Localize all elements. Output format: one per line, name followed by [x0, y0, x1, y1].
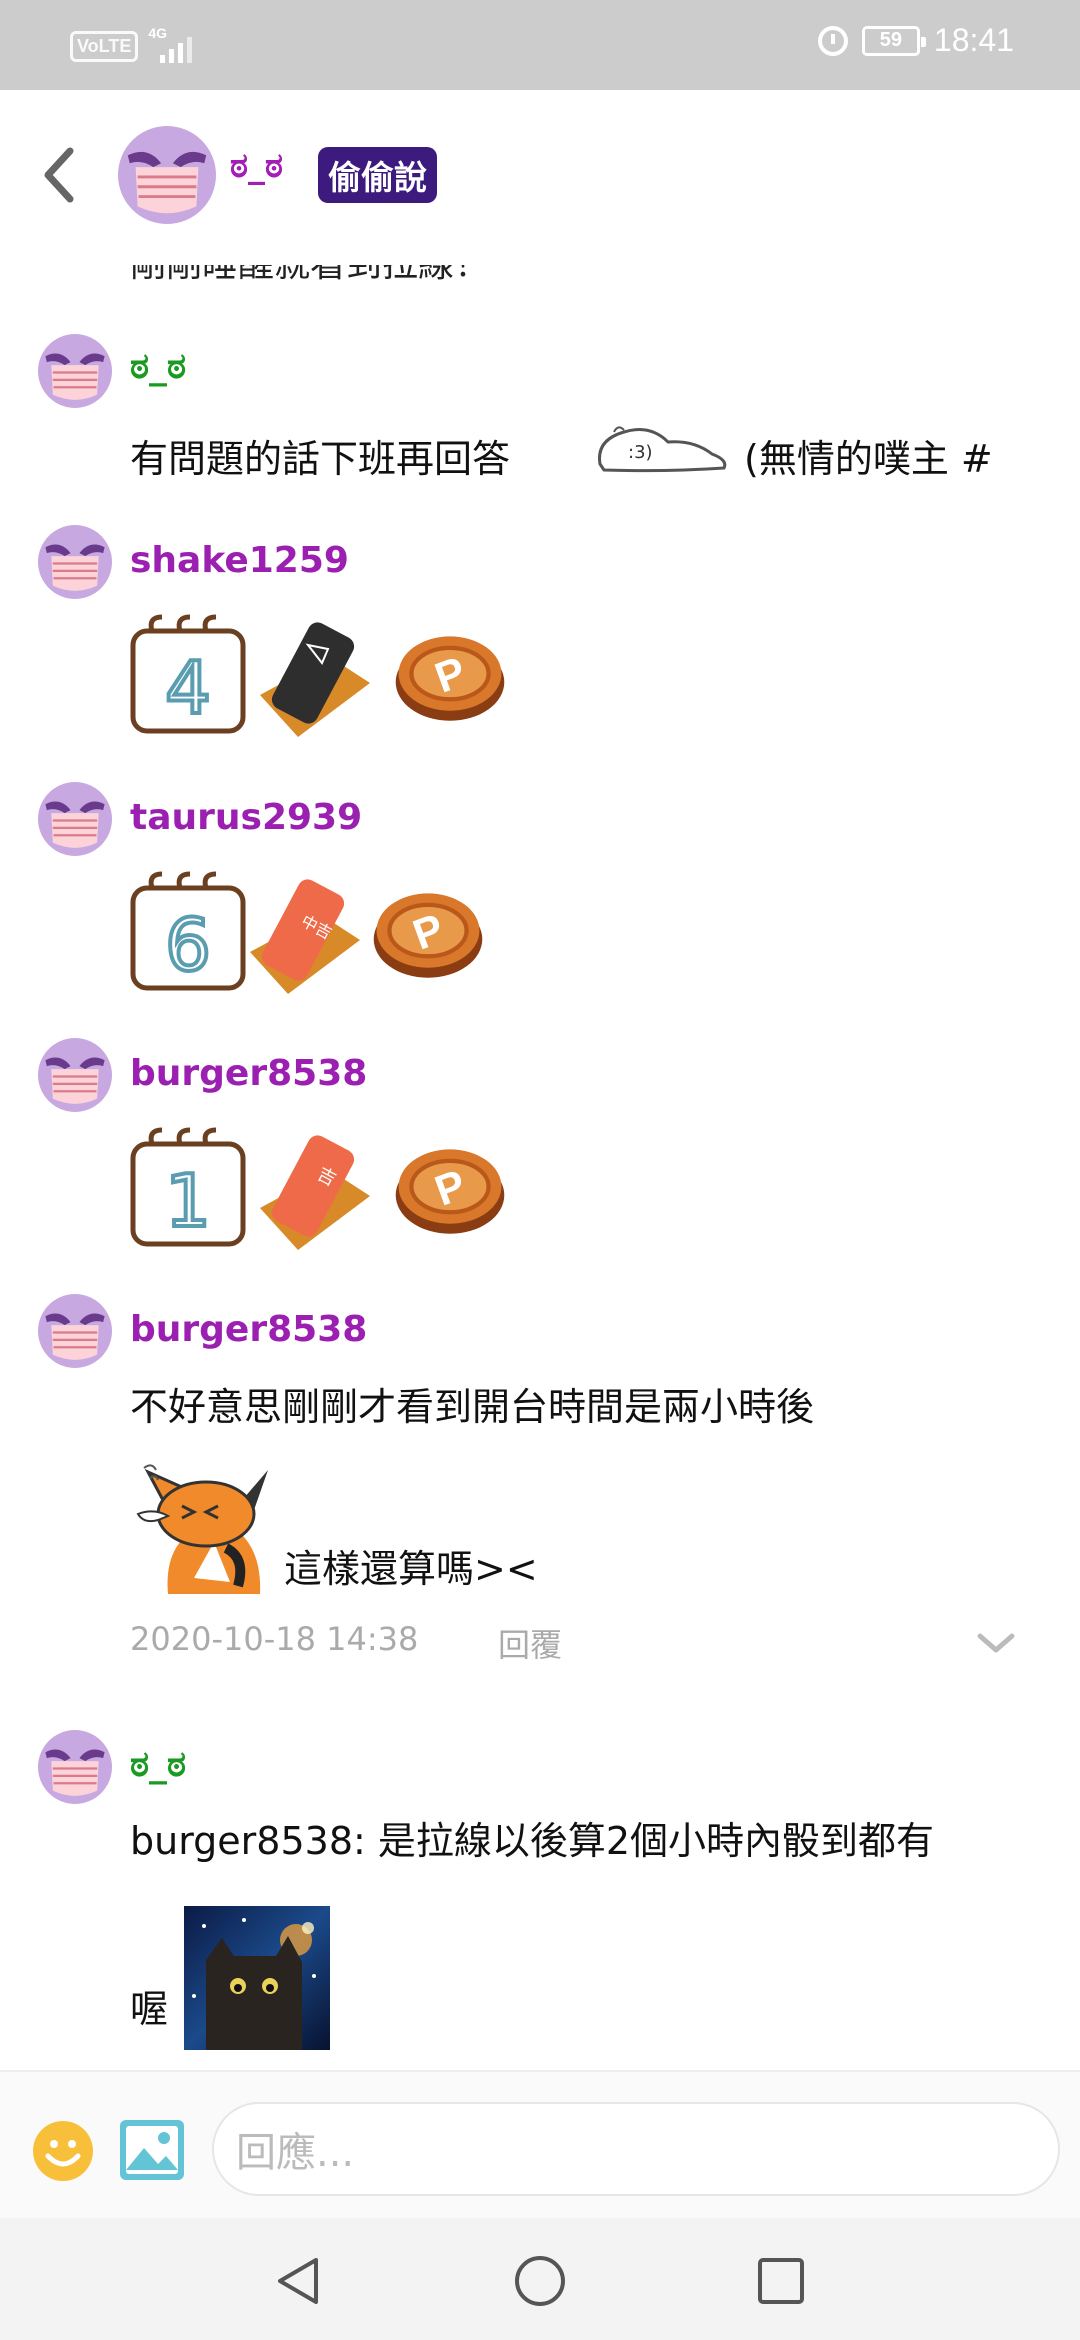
dice-number-sticker: 4 [130, 614, 246, 734]
response-text-continued: (無情的噗主 # [744, 437, 993, 481]
dice-number-sticker: 6 [130, 871, 246, 991]
response-text: 有問題的話下班再回答 [130, 437, 511, 481]
alarm-icon [817, 25, 848, 56]
volte-indicator: VoLTE [70, 30, 139, 62]
response-text: 不好意思剛剛才看到開台時間是兩小時後 [130, 1385, 815, 1429]
username[interactable]: ಠ_ಠ [130, 346, 186, 388]
username[interactable]: burger8538 [130, 1309, 367, 1350]
fox-sticker-icon [136, 1464, 268, 1594]
signal-icon: 4G [146, 25, 196, 65]
dice-number-sticker: 1 [130, 1127, 246, 1247]
fortune-stick-sticker: 吉 [260, 1135, 370, 1250]
response-text: burger8538: 是拉線以後算2個小時內骰到都有 [130, 1819, 935, 1863]
dice-number: 6 [165, 903, 211, 987]
status-time: 18:41 [933, 22, 1014, 58]
reply-button[interactable]: 回覆 [498, 1620, 562, 1666]
image-upload-icon[interactable] [120, 2120, 184, 2180]
status-bar: VoLTE 4G 59 18:41 [0, 0, 1080, 90]
thread-header: ಠ_ಠ 偷偷說 [0, 90, 1080, 265]
nav-recents-icon[interactable] [754, 2254, 808, 2308]
black-cat-image[interactable] [184, 1906, 330, 2050]
back-arrow-icon[interactable] [40, 145, 80, 205]
emoji-icon[interactable] [32, 2120, 94, 2182]
response-text-continued: 這樣還算嗎>< [284, 1547, 538, 1591]
response-text-continued: 喔 [130, 1987, 169, 2031]
avatar[interactable] [38, 782, 112, 856]
coin-sticker [368, 882, 488, 982]
fortune-stick-sticker: 中吉 [250, 879, 360, 994]
nav-home-icon[interactable] [513, 2254, 567, 2308]
chevron-down-icon[interactable] [976, 1630, 1016, 1656]
username[interactable]: burger8538 [130, 1053, 367, 1094]
avatar[interactable] [38, 525, 112, 599]
nav-back-icon[interactable] [272, 2254, 326, 2308]
avatar[interactable] [38, 1730, 112, 1804]
fortune-stick-sticker [260, 622, 370, 737]
username[interactable]: taurus2939 [130, 797, 362, 838]
coin-sticker [390, 1138, 510, 1238]
battery-level: 59 [879, 29, 903, 51]
reply-input[interactable]: 回應... [212, 2102, 1060, 2196]
system-nav-bar [0, 2218, 1080, 2340]
avatar[interactable] [38, 1294, 112, 1368]
svg-text::3): :3) [628, 442, 653, 463]
username[interactable]: shake1259 [130, 540, 349, 581]
seal-sticker-icon: :3) [598, 426, 727, 473]
thread-author-name[interactable]: ಠ_ಠ [230, 146, 283, 186]
reply-bar: 回應... [0, 2070, 1080, 2218]
whisper-badge: 偷偷說 [318, 147, 437, 203]
avatar[interactable] [38, 1038, 112, 1112]
coin-sticker [390, 625, 510, 725]
username[interactable]: ಠ_ಠ [130, 1744, 186, 1786]
dice-number: 1 [165, 1159, 211, 1243]
dice-number: 4 [165, 646, 211, 730]
avatar[interactable] [118, 126, 216, 224]
response-timestamp: 2020-10-18 14:38 [130, 1620, 419, 1658]
avatar[interactable] [38, 334, 112, 408]
battery-icon: 59 [861, 25, 926, 56]
